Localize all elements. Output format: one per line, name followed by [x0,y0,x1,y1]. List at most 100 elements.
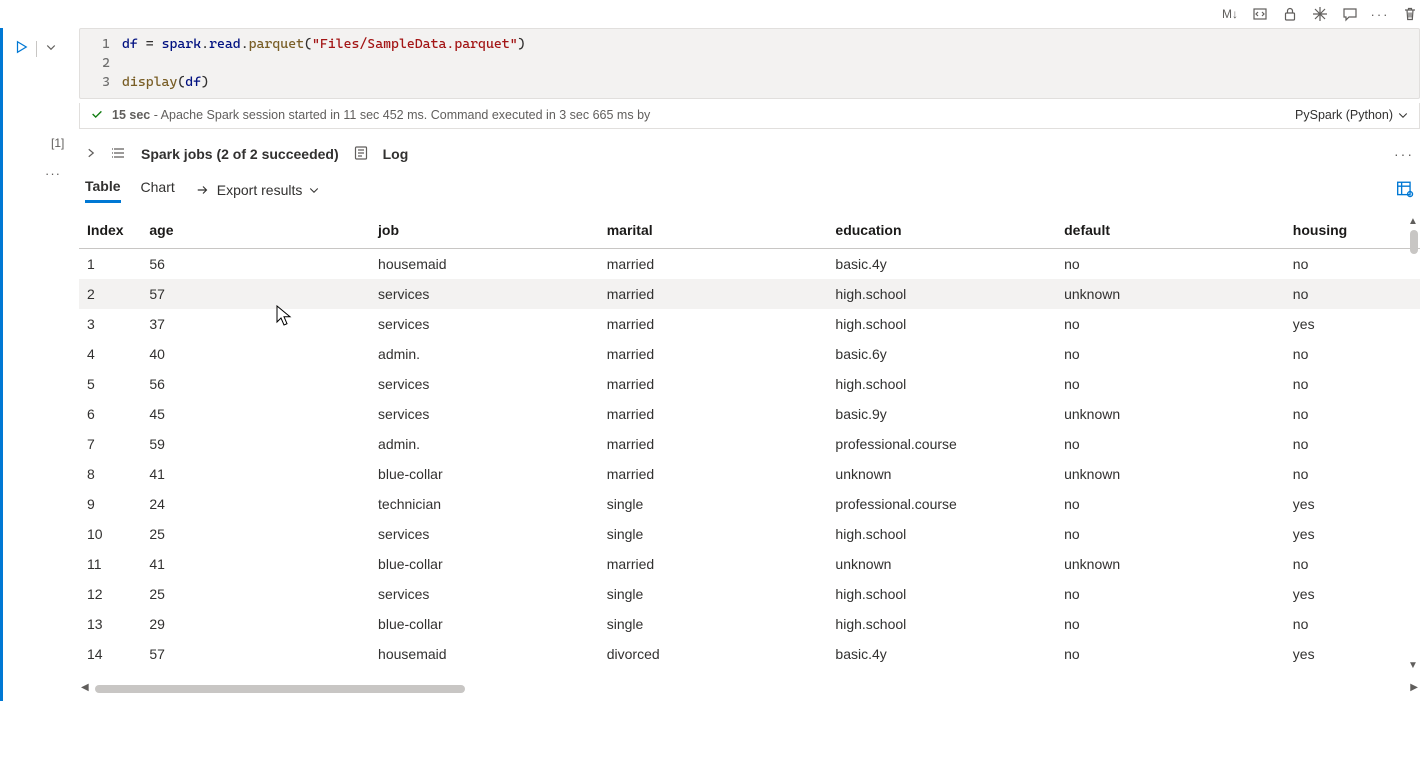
table-cell: 14 [79,639,141,669]
table-cell: 4 [79,339,141,369]
kernel-label: PySpark (Python) [1295,108,1393,122]
expand-icon[interactable] [1250,4,1270,24]
code-content[interactable]: display(df) [122,73,209,92]
output-more-icon[interactable]: ··· [1394,146,1414,162]
table-cell: unknown [827,459,1056,489]
table-cell: 12 [79,579,141,609]
table-cell: unknown [1056,459,1285,489]
table-cell: 41 [141,459,370,489]
table-row[interactable]: 645servicesmarriedbasic.9yunknownno [79,399,1420,429]
column-header[interactable]: Index [79,212,141,249]
markdown-toggle[interactable]: M↓ [1220,4,1240,24]
table-cell: housemaid [370,248,599,279]
column-header[interactable]: housing [1285,212,1420,249]
code-line[interactable]: 1df = spark.read.parquet("Files/SampleDa… [80,35,1419,54]
scroll-left-button[interactable]: ◀ [81,682,89,693]
code-line[interactable]: 2 [80,54,1419,73]
horizontal-scrollbar[interactable] [95,683,1404,695]
status-message: - Apache Spark session started in 11 sec… [154,108,651,122]
code-editor[interactable]: 1df = spark.read.parquet("Files/SampleDa… [79,28,1420,99]
table-row[interactable]: 924techniciansingleprofessional.courseno… [79,489,1420,519]
horizontal-scroll-thumb[interactable] [95,685,465,693]
table-settings-icon[interactable] [1396,180,1414,201]
table-cell: 57 [141,279,370,309]
freeze-icon[interactable] [1310,4,1330,24]
line-number: 3 [92,73,122,92]
table-cell: married [599,369,828,399]
lock-icon[interactable] [1280,4,1300,24]
expand-jobs-button[interactable] [85,146,97,162]
success-check-icon [90,107,104,124]
table-cell: blue-collar [370,549,599,579]
scroll-down-button[interactable]: ▼ [1406,660,1420,671]
table-cell: divorced [599,639,828,669]
table-cell: admin. [370,339,599,369]
table-cell: no [1056,579,1285,609]
line-number: 2 [92,54,122,73]
table-row[interactable]: 1141blue-collarmarriedunknownunknownno [79,549,1420,579]
table-row[interactable]: 1329blue-collarsinglehigh.schoolnono [79,609,1420,639]
results-table: Indexagejobmaritaleducationdefaulthousin… [79,212,1420,669]
column-header[interactable]: age [141,212,370,249]
table-cell: single [599,579,828,609]
scroll-up-button[interactable]: ▲ [1406,216,1420,227]
table-row[interactable]: 440admin.marriedbasic.6ynono [79,339,1420,369]
tab-chart[interactable]: Chart [141,179,175,201]
table-cell: no [1056,429,1285,459]
table-cell: services [370,579,599,609]
log-button[interactable]: Log [383,146,409,162]
vertical-scroll-thumb[interactable] [1410,230,1418,254]
scroll-right-button[interactable]: ▶ [1410,682,1418,693]
column-header[interactable]: marital [599,212,828,249]
table-cell: unknown [1056,279,1285,309]
comment-icon[interactable] [1340,4,1360,24]
table-cell: no [1285,459,1420,489]
table-cell: 25 [141,519,370,549]
table-row[interactable]: 1225servicessinglehigh.schoolnoyes [79,579,1420,609]
code-content[interactable]: df = spark.read.parquet("Files/SampleDat… [122,35,526,54]
export-results-button[interactable]: Export results [195,182,321,198]
table-cell: high.school [827,579,1056,609]
table-cell: married [599,279,828,309]
spark-jobs-label[interactable]: Spark jobs (2 of 2 succeeded) [141,146,339,162]
status-duration: 15 sec [112,108,150,122]
delete-icon[interactable] [1400,4,1420,24]
code-line[interactable]: 3display(df) [80,73,1419,92]
table-cell: unknown [1056,549,1285,579]
table-row[interactable]: 257servicesmarriedhigh.schoolunknownno [79,279,1420,309]
column-header[interactable]: job [370,212,599,249]
table-cell: married [599,339,828,369]
table-cell: 2 [79,279,141,309]
table-row[interactable]: 556servicesmarriedhigh.schoolnono [79,369,1420,399]
cell-collapse-icon[interactable]: ··· [44,166,62,181]
table-cell: professional.course [827,489,1056,519]
table-row[interactable]: 337servicesmarriedhigh.schoolnoyes [79,309,1420,339]
table-row[interactable]: 759admin.marriedprofessional.coursenono [79,429,1420,459]
table-cell: services [370,279,599,309]
column-header[interactable]: default [1056,212,1285,249]
vertical-scrollbar[interactable] [1408,230,1420,655]
table-row[interactable]: 1457housemaiddivorcedbasic.4ynoyes [79,639,1420,669]
more-icon[interactable]: ··· [1370,4,1390,24]
kernel-selector[interactable]: PySpark (Python) [1295,108,1409,122]
table-cell: basic.4y [827,248,1056,279]
table-cell: 24 [141,489,370,519]
table-cell: single [599,609,828,639]
table-cell: 40 [141,339,370,369]
table-row[interactable]: 1025servicessinglehigh.schoolnoyes [79,519,1420,549]
table-cell: 7 [79,429,141,459]
table-cell: high.school [827,609,1056,639]
table-cell: married [599,459,828,489]
tab-table[interactable]: Table [85,178,121,203]
table-row[interactable]: 156housemaidmarriedbasic.4ynono [79,248,1420,279]
export-results-label: Export results [217,182,303,198]
table-cell: single [599,519,828,549]
table-cell: admin. [370,429,599,459]
table-cell: yes [1285,579,1420,609]
line-number: 1 [92,35,122,54]
column-header[interactable]: education [827,212,1056,249]
status-bar: 15 sec - Apache Spark session started in… [79,103,1420,129]
table-row[interactable]: 841blue-collarmarriedunknownunknownno [79,459,1420,489]
table-cell: no [1056,639,1285,669]
table-cell: services [370,399,599,429]
